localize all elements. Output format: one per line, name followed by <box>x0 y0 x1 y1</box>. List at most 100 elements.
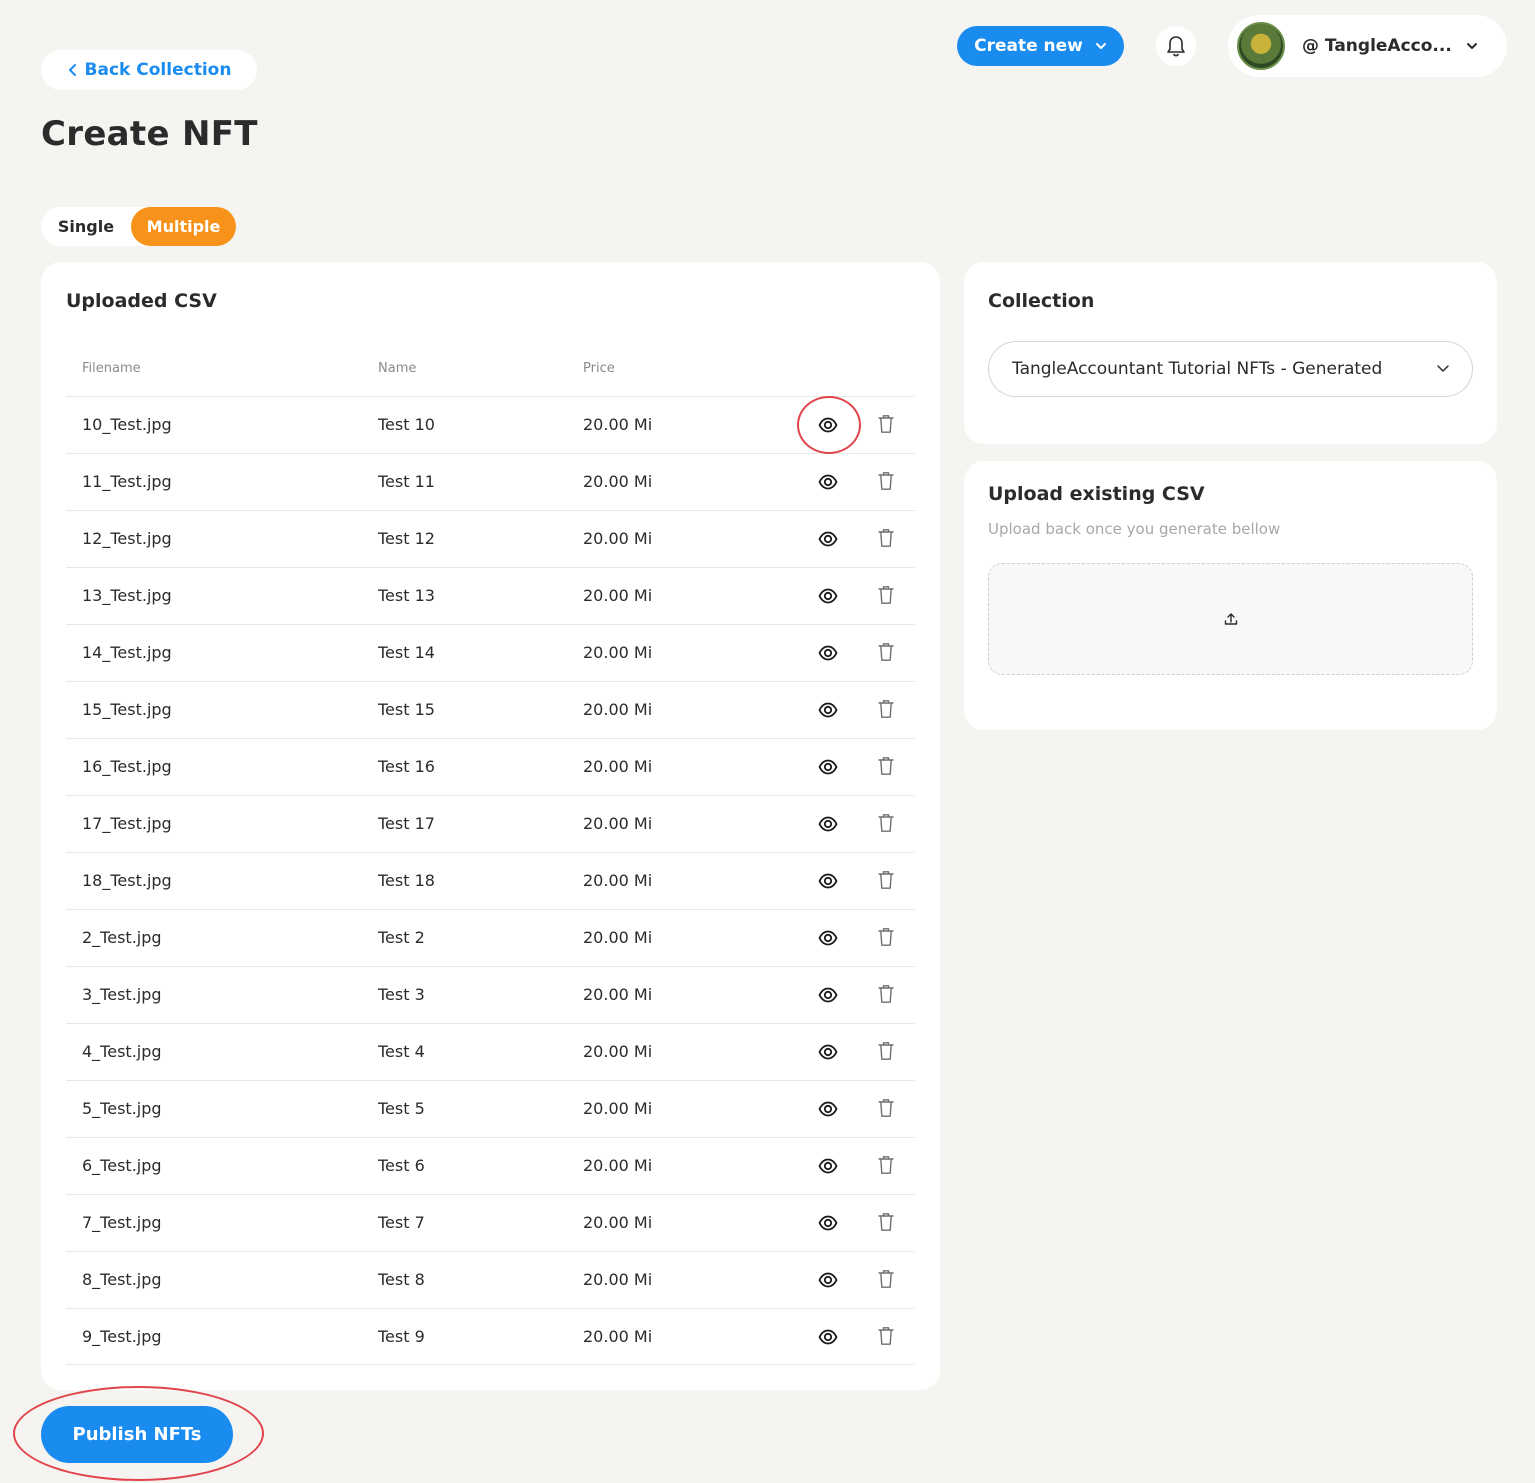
eye-icon[interactable] <box>818 529 838 549</box>
notifications-button[interactable] <box>1156 26 1196 66</box>
chevron-down-icon <box>1095 43 1106 49</box>
trash-icon[interactable] <box>877 642 895 664</box>
trash-icon[interactable] <box>877 1269 895 1291</box>
eye-icon[interactable] <box>818 928 838 948</box>
row-name: Test 9 <box>378 1327 425 1346</box>
page-title: Create NFT <box>41 114 258 154</box>
trash-icon[interactable] <box>877 471 895 493</box>
toggle-multiple[interactable]: Multiple <box>131 207 236 246</box>
row-name: Test 13 <box>378 586 435 605</box>
row-name: Test 8 <box>378 1270 425 1289</box>
table-row: 2_Test.jpg Test 2 20.00 Mi <box>66 909 915 966</box>
trash-icon[interactable] <box>877 870 895 892</box>
eye-icon[interactable] <box>818 985 838 1005</box>
row-price: 20.00 Mi <box>583 700 653 719</box>
row-price: 20.00 Mi <box>583 586 653 605</box>
row-filename: 9_Test.jpg <box>82 1327 162 1346</box>
highlight-circle <box>797 396 861 454</box>
column-header-name: Name <box>378 361 417 376</box>
trash-icon[interactable] <box>877 1098 895 1120</box>
row-name: Test 7 <box>378 1213 425 1232</box>
row-price: 20.00 Mi <box>583 757 653 776</box>
row-price: 20.00 Mi <box>583 1099 653 1118</box>
eye-icon[interactable] <box>818 472 838 492</box>
eye-icon[interactable] <box>818 700 838 720</box>
eye-icon[interactable] <box>818 1099 838 1119</box>
trash-icon[interactable] <box>877 1041 895 1063</box>
row-name: Test 12 <box>378 529 435 548</box>
row-filename: 12_Test.jpg <box>82 529 172 548</box>
row-name: Test 18 <box>378 871 435 890</box>
eye-icon[interactable] <box>818 1156 838 1176</box>
table-row: 8_Test.jpg Test 8 20.00 Mi <box>66 1251 915 1308</box>
row-filename: 3_Test.jpg <box>82 985 162 1004</box>
row-price: 20.00 Mi <box>583 415 653 434</box>
create-new-button[interactable]: Create new <box>957 26 1124 66</box>
trash-icon[interactable] <box>877 585 895 607</box>
row-name: Test 14 <box>378 643 435 662</box>
eye-icon[interactable] <box>818 814 838 834</box>
back-collection-button[interactable]: Back Collection <box>41 50 257 90</box>
table-row: 3_Test.jpg Test 3 20.00 Mi <box>66 966 915 1023</box>
row-price: 20.00 Mi <box>583 928 653 947</box>
username: @ TangleAcco... <box>1302 36 1452 56</box>
chevron-left-icon <box>68 64 76 76</box>
table-row: 5_Test.jpg Test 5 20.00 Mi <box>66 1080 915 1137</box>
trash-icon[interactable] <box>877 813 895 835</box>
row-filename: 17_Test.jpg <box>82 814 172 833</box>
trash-icon[interactable] <box>877 1326 895 1348</box>
row-name: Test 16 <box>378 757 435 776</box>
eye-icon[interactable] <box>818 871 838 891</box>
back-collection-label: Back Collection <box>84 60 232 80</box>
eye-icon[interactable] <box>818 757 838 777</box>
table-row: 14_Test.jpg Test 14 20.00 Mi <box>66 624 915 681</box>
row-price: 20.00 Mi <box>583 1327 653 1346</box>
row-filename: 2_Test.jpg <box>82 928 162 947</box>
eye-icon[interactable] <box>818 1042 838 1062</box>
row-price: 20.00 Mi <box>583 1213 653 1232</box>
trash-icon[interactable] <box>877 1212 895 1234</box>
row-filename: 15_Test.jpg <box>82 700 172 719</box>
user-menu[interactable]: @ TangleAcco... <box>1228 15 1507 77</box>
table-row: 6_Test.jpg Test 6 20.00 Mi <box>66 1137 915 1194</box>
row-price: 20.00 Mi <box>583 529 653 548</box>
row-filename: 7_Test.jpg <box>82 1213 162 1232</box>
row-filename: 6_Test.jpg <box>82 1156 162 1175</box>
eye-icon[interactable] <box>818 1270 838 1290</box>
row-name: Test 4 <box>378 1042 425 1061</box>
trash-icon[interactable] <box>877 984 895 1006</box>
trash-icon[interactable] <box>877 927 895 949</box>
trash-icon[interactable] <box>877 414 895 436</box>
trash-icon[interactable] <box>877 1155 895 1177</box>
row-name: Test 17 <box>378 814 435 833</box>
row-price: 20.00 Mi <box>583 472 653 491</box>
highlight-circle <box>13 1386 264 1481</box>
table-row: 16_Test.jpg Test 16 20.00 Mi <box>66 738 915 795</box>
table-row: 12_Test.jpg Test 12 20.00 Mi <box>66 510 915 567</box>
toggle-single[interactable]: Single <box>41 217 131 236</box>
row-filename: 16_Test.jpg <box>82 757 172 776</box>
row-filename: 13_Test.jpg <box>82 586 172 605</box>
mode-toggle: Single Multiple <box>41 207 236 246</box>
eye-icon[interactable] <box>818 1327 838 1347</box>
upload-csv-card: Upload existing CSV Upload back once you… <box>964 461 1497 730</box>
trash-icon[interactable] <box>877 528 895 550</box>
row-filename: 11_Test.jpg <box>82 472 172 491</box>
row-filename: 18_Test.jpg <box>82 871 172 890</box>
row-name: Test 3 <box>378 985 425 1004</box>
chevron-down-icon <box>1437 365 1449 372</box>
row-name: Test 5 <box>378 1099 425 1118</box>
avatar <box>1237 22 1285 70</box>
csv-dropzone[interactable] <box>988 563 1473 675</box>
row-price: 20.00 Mi <box>583 871 653 890</box>
trash-icon[interactable] <box>877 699 895 721</box>
row-price: 20.00 Mi <box>583 985 653 1004</box>
eye-icon[interactable] <box>818 643 838 663</box>
collection-select[interactable]: TangleAccountant Tutorial NFTs - Generat… <box>988 341 1473 397</box>
eye-icon[interactable] <box>818 586 838 606</box>
collection-title: Collection <box>988 290 1095 312</box>
trash-icon[interactable] <box>877 756 895 778</box>
row-name: Test 10 <box>378 415 435 434</box>
eye-icon[interactable] <box>818 1213 838 1233</box>
csv-table-body: 10_Test.jpg Test 10 20.00 Mi 11_Test.jpg Tes… <box>66 396 915 1365</box>
